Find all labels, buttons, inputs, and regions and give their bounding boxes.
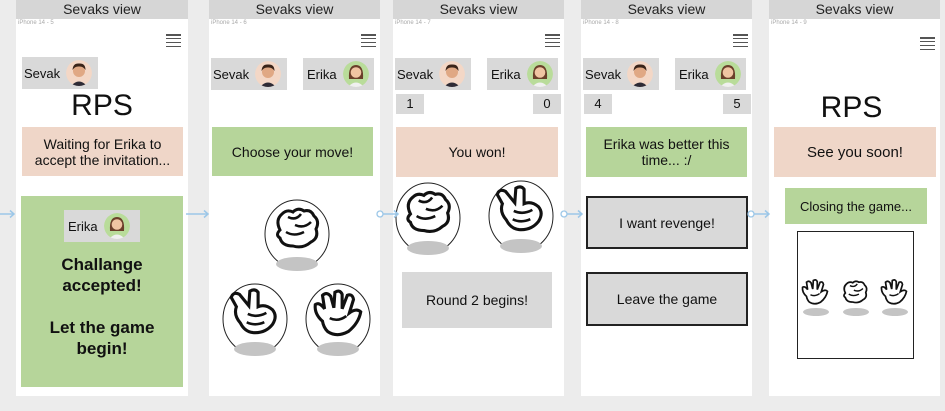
status-message: Waiting for Erika to accept the invitati… — [22, 127, 183, 176]
player-name: Sevak — [213, 66, 250, 82]
frame-subtitle: iPhone 14 - 6 — [211, 20, 247, 26]
screen-goodbye: Sevaks view iPhone 14 - 9 RPS See you so… — [769, 0, 940, 396]
erika-avatar-icon — [715, 61, 741, 87]
frame-title: Sevaks view — [16, 0, 188, 19]
paper-hand-icon — [801, 279, 829, 316]
scissors-hand-icon — [488, 180, 554, 253]
status-message: You won! — [396, 127, 558, 177]
score-sevak: 1 — [396, 94, 424, 114]
score-erika: 0 — [533, 94, 561, 114]
player-badge-sevak: Sevak — [583, 58, 659, 90]
score-sevak: 4 — [584, 94, 612, 114]
revenge-label: I want revenge! — [619, 214, 715, 231]
frame-subtitle: iPhone 14 - 5 — [18, 20, 54, 26]
player-name: Erika — [679, 66, 709, 82]
flow-arrow-icon — [747, 209, 771, 219]
erika-avatar-icon — [104, 213, 130, 239]
flow-arrow-icon — [186, 209, 210, 219]
flow-arrow-icon — [560, 209, 584, 219]
status-message: Choose your move! — [212, 127, 373, 176]
score-erika: 5 — [723, 94, 751, 114]
closing-animation — [797, 231, 914, 359]
leave-game-label: Leave the game — [616, 291, 718, 307]
app-heading: RPS — [820, 91, 883, 124]
challenge-card: Erika Challange accepted! Let the game b… — [21, 196, 183, 387]
rock-hand-icon — [843, 280, 869, 316]
rock-hand-icon — [395, 182, 461, 255]
player-badge-sevak: Sevak — [211, 58, 287, 90]
round-2-button[interactable]: Round 2 begins! — [402, 272, 552, 328]
player-name: Erika — [68, 218, 98, 234]
frame-title: Sevaks view — [769, 0, 940, 19]
hamburger-menu-icon[interactable] — [920, 37, 935, 51]
paper-hand-icon[interactable] — [220, 281, 290, 357]
scissors-hand-icon[interactable] — [303, 281, 373, 357]
paper-hand-icon — [880, 279, 908, 316]
status-text: Choose your move! — [231, 143, 354, 160]
player-badge-sevak: Sevak — [395, 58, 471, 90]
hamburger-menu-icon[interactable] — [166, 34, 181, 48]
erika-avatar-icon — [343, 61, 369, 87]
rock-hand-icon[interactable] — [262, 196, 332, 271]
screen-invite: Sevaks view iPhone 14 - 5 Sevak RPS Wait… — [16, 0, 188, 396]
sevak-avatar-icon — [627, 61, 653, 87]
frame-title: Sevaks view — [209, 0, 380, 19]
frame-title: Sevaks view — [581, 0, 752, 19]
erika-avatar-icon — [527, 61, 553, 87]
player-badge-erika: Erika — [303, 58, 374, 90]
leave-game-button[interactable]: Leave the game — [586, 272, 748, 326]
frame-title: Sevaks view — [393, 0, 564, 19]
player-name: Erika — [307, 66, 337, 82]
flow-arrow-icon — [0, 209, 16, 219]
sevak-avatar-icon — [439, 61, 465, 87]
player-name: Sevak — [397, 66, 434, 82]
status-text: You won! — [448, 144, 506, 160]
closing-message: Closing the game... — [785, 188, 927, 224]
hamburger-menu-icon[interactable] — [733, 34, 748, 48]
flow-arrow-icon — [376, 209, 400, 219]
player-name: Sevak — [24, 65, 61, 81]
player-name: Sevak — [585, 66, 622, 82]
status-text: Waiting for Erika to accept the invitati… — [34, 135, 171, 168]
challenge-accepted-text: Challange accepted! — [61, 255, 143, 295]
screen-round-won: Sevaks view iPhone 14 - 7 Sevak Erika 1 … — [393, 0, 564, 396]
revenge-button[interactable]: I want revenge! — [586, 196, 748, 249]
frame-subtitle: iPhone 14 - 9 — [771, 20, 807, 26]
screen-game-lost: Sevaks view iPhone 14 - 8 Sevak Erika 4 … — [581, 0, 752, 396]
status-text: See you soon! — [807, 143, 903, 161]
frame-subtitle: iPhone 14 - 8 — [583, 20, 619, 26]
player-badge-sevak: Sevak — [22, 57, 98, 89]
player-badge-erika: Erika — [487, 58, 558, 90]
round-2-label: Round 2 begins! — [426, 292, 528, 308]
hamburger-menu-icon[interactable] — [545, 34, 560, 48]
player-badge-erika: Erika — [64, 210, 140, 242]
hamburger-menu-icon[interactable] — [361, 34, 376, 48]
player-badge-erika: Erika — [675, 58, 746, 90]
player-name: Erika — [491, 66, 521, 82]
sevak-avatar-icon — [255, 61, 281, 87]
screen-choose-move: Sevaks view iPhone 14 - 6 Sevak Erika Ch… — [209, 0, 380, 396]
status-message: See you soon! — [774, 127, 936, 177]
status-text: Erika was better this time... :/ — [603, 136, 730, 168]
closing-text: Closing the game... — [799, 198, 912, 214]
sevak-avatar-icon — [66, 60, 92, 86]
game-begin-text: Let the game begin! — [49, 318, 155, 358]
app-heading: RPS — [71, 89, 133, 122]
frame-subtitle: iPhone 14 - 7 — [395, 20, 431, 26]
status-message: Erika was better this time... :/ — [586, 127, 747, 177]
